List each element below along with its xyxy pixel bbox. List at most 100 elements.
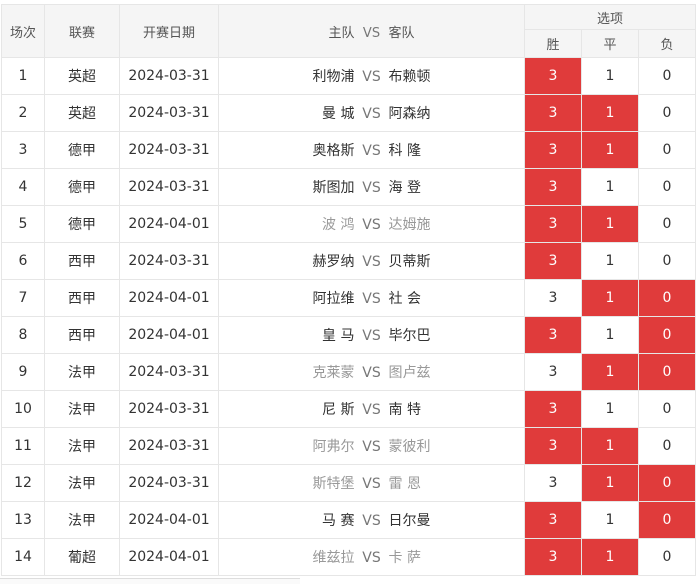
option-draw-button[interactable]: 1 — [581, 94, 639, 132]
option-lose-button[interactable]: 0 — [638, 538, 696, 576]
vs-label: VS — [362, 365, 381, 381]
option-lose-button[interactable]: 0 — [638, 131, 696, 169]
option-draw-button[interactable]: 1 — [581, 464, 639, 502]
match-date: 2024-03-31 — [119, 57, 219, 95]
vs-label: VS — [362, 291, 381, 307]
table-row: 6 西甲 2024-03-31 赫罗纳 VS 贝蒂斯 3 1 0 — [1, 242, 696, 280]
table-row: 5 德甲 2024-04-01 波 鸿 VS 达姆施 3 1 0 — [1, 205, 696, 243]
away-team: 布赖顿 — [388, 69, 431, 85]
option-lose-button[interactable]: 0 — [638, 168, 696, 206]
option-draw-button[interactable]: 1 — [581, 353, 639, 391]
option-lose-button[interactable]: 0 — [638, 205, 696, 243]
match-teams: 马 赛 VS 日尔曼 — [218, 501, 525, 539]
match-date: 2024-03-31 — [119, 464, 219, 502]
match-date: 2024-03-31 — [119, 131, 219, 169]
away-team: 贝蒂斯 — [388, 254, 431, 270]
match-number: 13 — [1, 501, 45, 539]
option-draw-button[interactable]: 1 — [581, 131, 639, 169]
option-lose-button[interactable]: 0 — [638, 279, 696, 317]
match-number: 7 — [1, 279, 45, 317]
home-team: 斯图加 — [312, 180, 355, 196]
option-win-button[interactable]: 3 — [524, 131, 582, 169]
home-team: 尼 斯 — [322, 402, 355, 418]
option-lose-button[interactable]: 0 — [638, 501, 696, 539]
home-team: 利物浦 — [312, 69, 355, 85]
away-team: 达姆施 — [388, 217, 431, 233]
match-number: 1 — [1, 57, 45, 95]
match-date: 2024-03-31 — [119, 94, 219, 132]
away-team: 南 特 — [388, 402, 421, 418]
table-row: 7 西甲 2024-04-01 阿拉维 VS 社 会 310 — [1, 279, 696, 317]
match-date: 2024-03-31 — [119, 168, 219, 206]
vs-label: VS — [362, 439, 381, 455]
league: 法甲 — [44, 501, 120, 539]
option-draw-button[interactable]: 1 — [581, 427, 639, 465]
option-lose-button[interactable]: 0 — [638, 242, 696, 280]
option-win-button[interactable]: 3 — [524, 205, 582, 243]
option-draw-button[interactable]: 1 — [581, 279, 639, 317]
option-win-button[interactable]: 3 — [524, 353, 582, 391]
home-team: 赫罗纳 — [312, 254, 355, 270]
option-draw-button[interactable]: 1 — [581, 390, 639, 428]
option-win-button[interactable]: 3 — [524, 168, 582, 206]
option-draw-button[interactable]: 1 — [581, 538, 639, 576]
option-lose-button[interactable]: 0 — [638, 353, 696, 391]
vs-label: VS — [362, 217, 381, 233]
vs-label: VS — [362, 402, 381, 418]
option-lose-button[interactable]: 0 — [638, 390, 696, 428]
option-draw-button[interactable]: 1 — [581, 168, 639, 206]
horizontal-scrollbar[interactable] — [0, 578, 300, 584]
match-teams: 斯特堡 VS 雷 恩 — [218, 464, 525, 502]
match-date: 2024-04-01 — [119, 279, 219, 317]
vs-label: VS — [362, 254, 381, 270]
match-teams: 曼 城 VS 阿森纳 — [218, 94, 525, 132]
table-row: 13 法甲 2024-04-01 马 赛 VS 日尔曼 3 1 0 — [1, 501, 696, 539]
option-draw-button[interactable]: 1 — [581, 501, 639, 539]
away-team: 蒙彼利 — [388, 439, 431, 455]
option-win-button[interactable]: 3 — [524, 94, 582, 132]
match-date: 2024-04-01 — [119, 205, 219, 243]
option-win-button[interactable]: 3 — [524, 242, 582, 280]
match-number: 5 — [1, 205, 45, 243]
match-date: 2024-04-01 — [119, 501, 219, 539]
home-team: 皇 马 — [322, 328, 355, 344]
vs-label: VS — [362, 550, 381, 566]
option-win-button[interactable]: 3 — [524, 427, 582, 465]
away-team: 海 登 — [388, 180, 421, 196]
option-lose-button[interactable]: 0 — [638, 94, 696, 132]
option-lose-button[interactable]: 0 — [638, 57, 696, 95]
option-lose-button[interactable]: 0 — [638, 316, 696, 354]
table-row: 14 葡超 2024-04-01 维兹拉 VS 卡 萨 310 — [1, 538, 696, 576]
match-teams: 克莱蒙 VS 图卢兹 — [218, 353, 525, 391]
option-win-button[interactable]: 3 — [524, 464, 582, 502]
option-lose-button[interactable]: 0 — [638, 464, 696, 502]
option-win-button[interactable]: 3 — [524, 57, 582, 95]
match-date: 2024-03-31 — [119, 390, 219, 428]
option-draw-button[interactable]: 1 — [581, 242, 639, 280]
option-win-button[interactable]: 3 — [524, 501, 582, 539]
home-team: 阿拉维 — [312, 291, 355, 307]
match-date: 2024-03-31 — [119, 353, 219, 391]
match-date: 2024-03-31 — [119, 427, 219, 465]
option-draw-button[interactable]: 1 — [581, 205, 639, 243]
match-number: 14 — [1, 538, 45, 576]
table-row: 3 德甲 2024-03-31 奥格斯 VS 科 隆310 — [1, 131, 696, 169]
header-vs: VS — [362, 25, 381, 41]
table-row: 8 西甲 2024-04-01 皇 马 VS 毕尔巴 3 1 0 — [1, 316, 696, 354]
option-lose-button[interactable]: 0 — [638, 427, 696, 465]
option-draw-button[interactable]: 1 — [581, 57, 639, 95]
header-win: 胜 — [524, 29, 582, 58]
option-win-button[interactable]: 3 — [524, 316, 582, 354]
match-number: 2 — [1, 94, 45, 132]
table-row: 11 法甲 2024-03-31 阿弗尔 VS 蒙彼利 3 1 0 — [1, 427, 696, 465]
away-team: 毕尔巴 — [388, 328, 431, 344]
option-win-button[interactable]: 3 — [524, 538, 582, 576]
match-number: 10 — [1, 390, 45, 428]
option-draw-button[interactable]: 1 — [581, 316, 639, 354]
away-team: 卡 萨 — [388, 550, 421, 566]
away-team: 阿森纳 — [388, 106, 431, 122]
option-win-button[interactable]: 3 — [524, 279, 582, 317]
match-teams: 尼 斯 VS 南 特 — [218, 390, 525, 428]
option-win-button[interactable]: 3 — [524, 390, 582, 428]
table-row: 4 德甲 2024-03-31 斯图加 VS 海 登 310 — [1, 168, 696, 206]
